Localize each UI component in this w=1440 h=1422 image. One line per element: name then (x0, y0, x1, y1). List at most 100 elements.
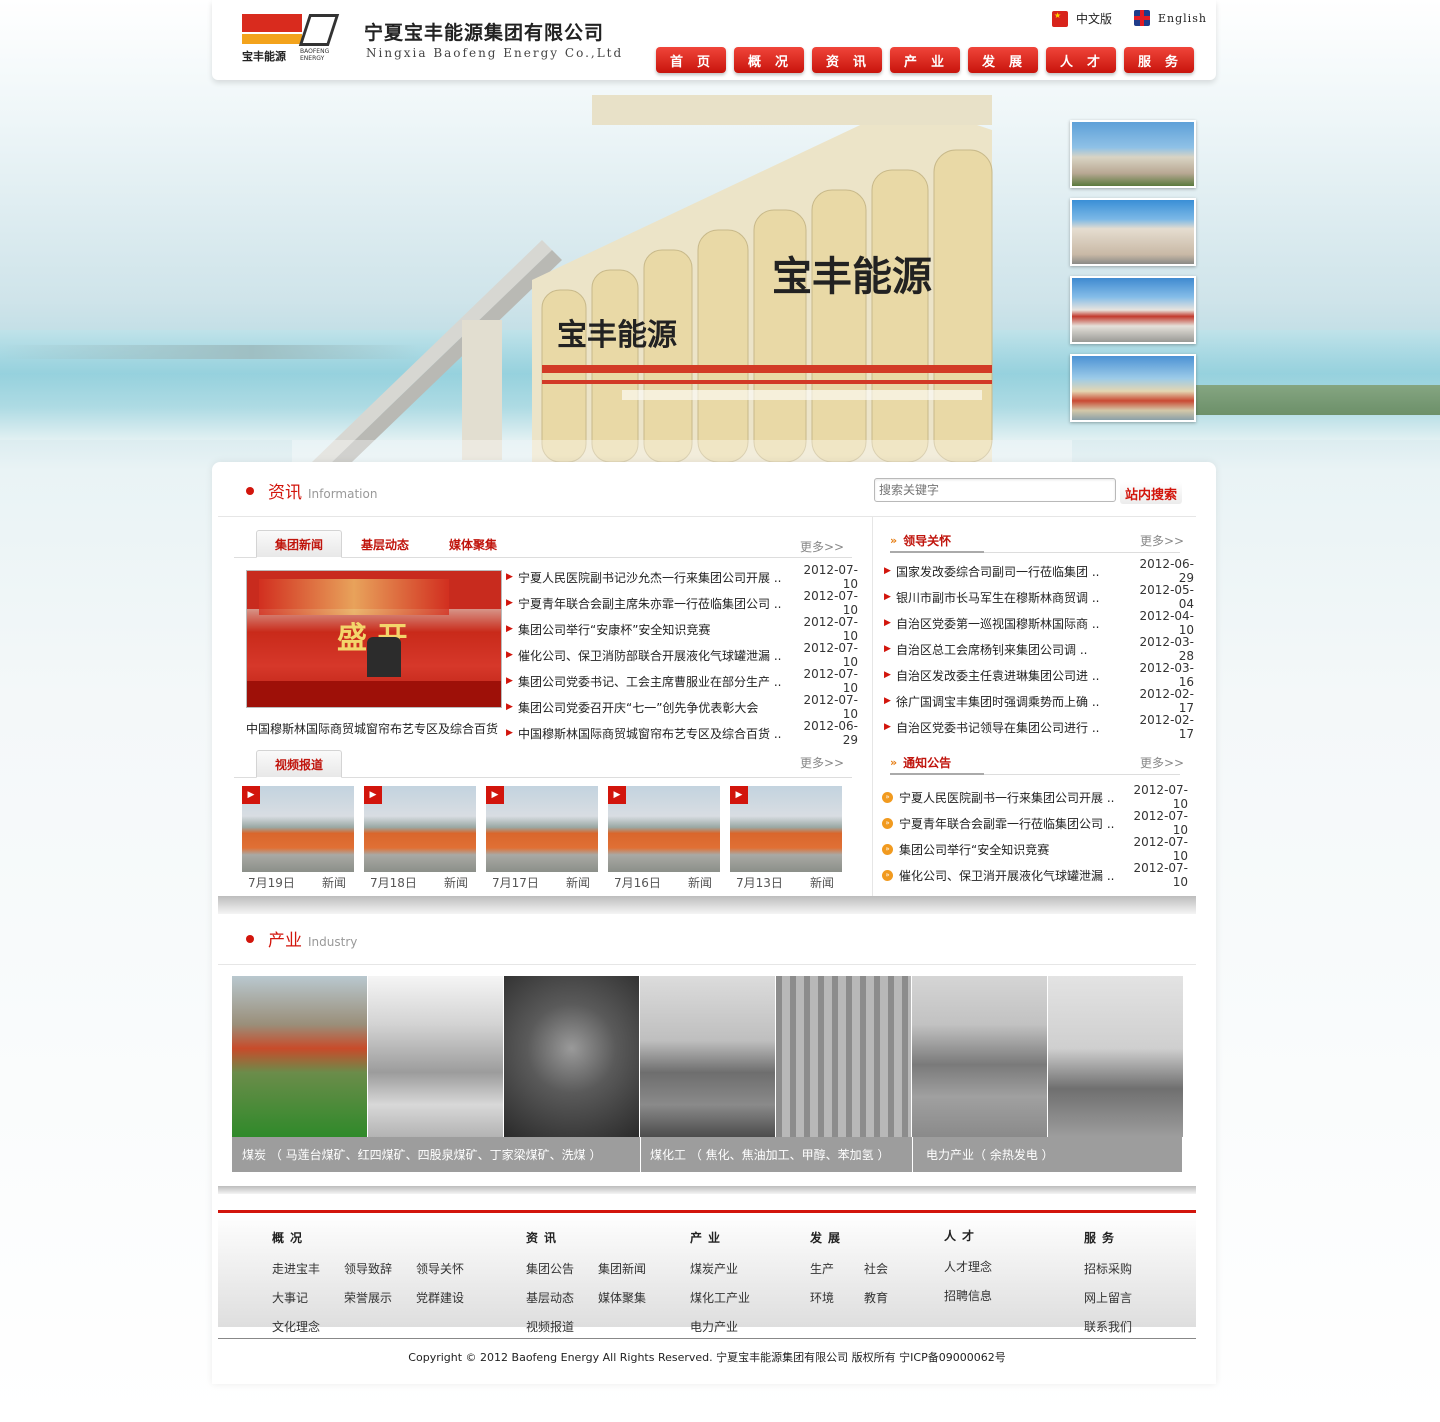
industry-captions: 煤炭 （ 马莲台煤矿、红四煤矿、四股泉煤矿、丁家梁煤矿、洗煤 ） 煤化工 （ 焦… (232, 1137, 1182, 1172)
logo-text-cn: 宝丰能源 (242, 50, 286, 63)
search-button[interactable]: 站内搜索 (1120, 482, 1182, 504)
news-item[interactable]: ▶ 催化公司、保卫消防部联合开展液化气球罐泄漏 .. 2012-07-10 (506, 641, 858, 669)
leaders-list: ▶ 国家发改委综合司副司一行莅临集团 .. 2012-06-29 ▶ 银川市副市长马军… (884, 557, 1194, 741)
double-arrow-icon: » (890, 756, 898, 769)
news-item[interactable]: ▶ 中国穆斯林国际商贸城窗帘布艺专区及综合百货 .. 2012-06-29 (506, 719, 858, 747)
play-icon[interactable]: ▶ (364, 786, 382, 804)
video-item[interactable]: ▶ 7月19日 新闻 (242, 786, 354, 891)
lang-chinese-link[interactable]: 中文版 (1052, 10, 1112, 27)
leaders-more-link[interactable]: 更多>> (1140, 532, 1184, 549)
news-item[interactable]: ▶ 宁夏人民医院副书记沙允杰一行来集团公司开展 .. 2012-07-10 (506, 563, 858, 591)
industry-power-caption[interactable]: 电力产业（ 余热发电 ） (926, 1146, 1054, 1163)
nav-service[interactable]: 服务 (1124, 47, 1194, 73)
nav-overview[interactable]: 概况 (734, 47, 804, 73)
tab-video[interactable]: 视频报道 (256, 750, 342, 778)
tab-grassroots[interactable]: 基层动态 (342, 530, 428, 558)
footer-link[interactable]: 煤炭产业 (690, 1260, 780, 1277)
footer-link[interactable]: 生产 (810, 1260, 864, 1277)
industry-title-en: Industry (308, 935, 358, 949)
notice-item[interactable]: » 集团公司举行“安全知识竞赛 2012-07-10 (882, 835, 1188, 863)
video-item[interactable]: ▶ 7月16日 新闻 (608, 786, 720, 891)
footer-link[interactable]: 招标采购 (1084, 1260, 1174, 1277)
video-item[interactable]: ▶ 7月17日 新闻 (486, 786, 598, 891)
footer-link[interactable]: 集团新闻 (598, 1260, 670, 1277)
nav-development[interactable]: 发展 (968, 47, 1038, 73)
tab-media[interactable]: 媒体聚集 (430, 530, 516, 558)
notices-more-link[interactable]: 更多>> (1140, 754, 1184, 771)
footer-link[interactable]: 基层动态 (526, 1289, 598, 1306)
banner-thumb-2[interactable] (1070, 198, 1196, 266)
news-item[interactable]: ▶ 集团公司党委召开庆“七一”创先争优表彰大会 2012-07-10 (506, 693, 858, 721)
leader-item[interactable]: ▶ 自治区党委书记领导在集团公司进行 .. 2012-02-17 (884, 713, 1194, 741)
news-more-link[interactable]: 更多>> (800, 538, 844, 555)
footer-link[interactable]: 煤化工产业 (690, 1289, 780, 1306)
nav-news[interactable]: 资讯 (812, 47, 882, 73)
footer-link[interactable]: 人才理念 (944, 1258, 1034, 1275)
leader-item[interactable]: ▶ 自治区党委第一巡视国穆斯林国际商 .. 2012-04-10 (884, 609, 1194, 637)
footer-link[interactable]: 媒体聚集 (598, 1289, 670, 1306)
footer-link[interactable]: 领导关怀 (416, 1260, 488, 1277)
banner-thumb-3[interactable] (1070, 276, 1196, 344)
footer-link[interactable]: 走进宝丰 (272, 1260, 344, 1277)
industry-image-coal-mine[interactable] (232, 976, 367, 1137)
banner-thumb-4[interactable] (1070, 354, 1196, 422)
footer-link[interactable]: 党群建设 (416, 1289, 488, 1306)
footer-nav: 概况 走进宝丰 领导致辞 领导关怀 大事记 荣誉展示 党群建设 文化理念 资讯 集团公告… (218, 1213, 1196, 1334)
play-icon[interactable]: ▶ (730, 786, 748, 804)
play-icon[interactable]: ▶ (486, 786, 504, 804)
leader-item[interactable]: ▶ 自治区总工会席杨钊来集团公司调 .. 2012-03-28 (884, 635, 1194, 663)
footer-link[interactable]: 招聘信息 (944, 1287, 1034, 1304)
notice-item[interactable]: » 宁夏青年联合会副霏一行莅临集团公司 .. 2012-07-10 (882, 809, 1188, 837)
notice-item[interactable]: » 催化公司、保卫消开展液化气球罐泄漏 .. 2012-07-10 (882, 861, 1188, 889)
news-photo[interactable]: 盛 开 (246, 570, 502, 708)
footer-link[interactable]: 社会 (864, 1260, 918, 1277)
industry-image-substation[interactable] (1048, 976, 1183, 1137)
footer-link[interactable]: 领导致辞 (344, 1260, 416, 1277)
leader-item[interactable]: ▶ 自治区发改委主任袁进琳集团公司进 .. 2012-03-16 (884, 661, 1194, 689)
leader-item[interactable]: ▶ 银川市副市长马军生在穆斯林商贸调 .. 2012-05-04 (884, 583, 1194, 611)
leader-item[interactable]: ▶ 国家发改委综合司副司一行莅临集团 .. 2012-06-29 (884, 557, 1194, 585)
industry-coalchem-caption[interactable]: 煤化工 （ 焦化、焦油加工、甲醇、苯加氢 ） (650, 1146, 889, 1163)
tab-group-news[interactable]: 集团新闻 (256, 530, 342, 558)
search-input[interactable] (874, 478, 1116, 502)
banner-thumb-1[interactable] (1070, 120, 1196, 188)
logo-text-en: BAOFENG ENERGY (300, 48, 330, 62)
company-logo[interactable]: 宝丰能源 BAOFENG ENERGY (242, 14, 340, 63)
lang-chinese-label: 中文版 (1076, 12, 1113, 26)
footer-link[interactable]: 教育 (864, 1289, 918, 1306)
footer-link[interactable]: 环境 (810, 1289, 864, 1306)
industry-image-plant[interactable] (776, 976, 911, 1137)
uk-flag-icon (1134, 10, 1150, 26)
red-dot-icon (246, 935, 254, 943)
footer-link[interactable]: 网上留言 (1084, 1289, 1174, 1306)
news-item[interactable]: ▶ 集团公司举行“安康杯”安全知识竞赛 2012-07-10 (506, 615, 858, 643)
industry-image-town[interactable] (368, 976, 503, 1137)
notice-item[interactable]: » 宁夏人民医院副书一行来集团公司开展 .. 2012-07-10 (882, 783, 1188, 811)
industry-image-coking[interactable] (640, 976, 775, 1137)
arrow-right-icon: ▶ (506, 650, 513, 660)
play-icon[interactable]: ▶ (608, 786, 626, 804)
news-item[interactable]: ▶ 宁夏青年联合会副主席朱亦霏一行莅临集团公司 .. 2012-07-10 (506, 589, 858, 617)
footer-link[interactable]: 文化理念 (272, 1318, 344, 1335)
video-item[interactable]: ▶ 7月18日 新闻 (364, 786, 476, 891)
footer-link[interactable]: 视频报道 (526, 1318, 598, 1335)
industry-image-power-station[interactable] (912, 976, 1047, 1137)
news-photo-caption[interactable]: 中国穆斯林国际商贸城窗帘布艺专区及综合百货 (246, 720, 498, 737)
leader-item[interactable]: ▶ 徐广国调宝丰集团时强调乘势而上确 .. 2012-02-17 (884, 687, 1194, 715)
footer-link[interactable]: 电力产业 (690, 1318, 780, 1335)
news-item[interactable]: ▶ 集团公司党委书记、工会主席曹服业在部分生产 .. 2012-07-10 (506, 667, 858, 695)
play-icon[interactable]: ▶ (242, 786, 260, 804)
footer-link[interactable]: 联系我们 (1084, 1318, 1174, 1335)
lang-english-link[interactable]: English (1134, 10, 1207, 26)
industry-coal-caption[interactable]: 煤炭 （ 马莲台煤矿、红四煤矿、四股泉煤矿、丁家梁煤矿、洗煤 ） (242, 1146, 601, 1163)
footer-link[interactable]: 荣誉展示 (344, 1289, 416, 1306)
video-item[interactable]: ▶ 7月13日 新闻 (730, 786, 842, 891)
footer-link[interactable]: 大事记 (272, 1289, 344, 1306)
video-more-link[interactable]: 更多>> (800, 754, 844, 771)
industry-image-tunnel[interactable] (504, 976, 639, 1137)
footer-col-development: 发展 生产 社会 环境 教育 (810, 1229, 920, 1318)
footer-link[interactable]: 集团公告 (526, 1260, 598, 1277)
nav-talent[interactable]: 人才 (1046, 47, 1116, 73)
nav-home[interactable]: 首页 (656, 47, 726, 73)
nav-industry[interactable]: 产业 (890, 47, 960, 73)
